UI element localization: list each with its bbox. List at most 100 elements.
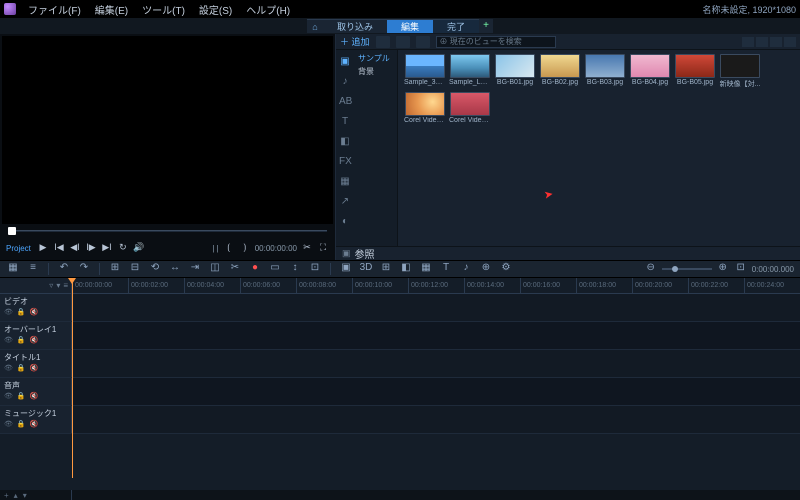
track-lane[interactable] (72, 378, 800, 405)
track-header[interactable]: ミュージック1👁🔒🔇 (0, 406, 72, 433)
scroll-up-button[interactable]: ▴ (14, 491, 18, 500)
tl-tool-3[interactable]: ⟲ (148, 262, 162, 276)
library-search-input[interactable]: ⊕ 現在のビューを検索 (436, 36, 556, 48)
media-thumb[interactable]: Sample_Lak... (449, 54, 491, 89)
tl-tool-1[interactable]: ⊞ (108, 262, 122, 276)
track-lane[interactable] (72, 350, 800, 377)
menu-file[interactable]: ファイル(F) (22, 2, 87, 17)
timeline-track[interactable]: オーバーレイ1👁🔒🔇 (0, 322, 800, 350)
tl-tool-19[interactable]: ⚙ (499, 262, 513, 276)
track-header[interactable]: タイトル1👁🔒🔇 (0, 350, 72, 377)
preview-scrubber[interactable] (0, 226, 335, 236)
tl-tool-5[interactable]: ⇥ (188, 262, 202, 276)
step-fwd-button[interactable]: I▶ (85, 242, 97, 254)
tl-tool-2[interactable]: ⊟ (128, 262, 142, 276)
ruler-snap-icon[interactable]: ▿ (49, 281, 53, 290)
view-detail-button[interactable] (770, 37, 782, 47)
tree-sample[interactable]: サンプル (356, 52, 395, 65)
track-visibility-icon[interactable]: 👁 (4, 392, 13, 400)
preview-mode-label[interactable]: Project (6, 244, 31, 253)
undo-button[interactable]: ↶ (57, 262, 71, 276)
tree-background[interactable]: 背景 (356, 65, 395, 78)
tl-tool-9[interactable]: ↕ (288, 262, 302, 276)
timeline-track[interactable]: ビデオ👁🔒🔇 (0, 294, 800, 322)
tl-tool-13[interactable]: ⊞ (379, 262, 393, 276)
track-mute-icon[interactable]: 🔇 (30, 364, 39, 372)
cat-fx-icon[interactable]: FX (339, 156, 351, 168)
media-thumb[interactable]: BG-B03.jpg (584, 54, 626, 89)
redo-button[interactable]: ↷ (77, 262, 91, 276)
cat-ar-icon[interactable]: ◐ (339, 216, 351, 228)
timeline-track[interactable]: ミュージック1👁🔒🔇 (0, 406, 800, 434)
media-thumb[interactable]: 新映像【対... (719, 54, 761, 89)
timeline-ruler[interactable]: ▿ ▾ ≡ 00:00:00:0000:00:02:0000:00:04:000… (0, 278, 800, 294)
track-visibility-icon[interactable]: 👁 (4, 420, 13, 428)
menu-edit[interactable]: 編集(E) (89, 2, 134, 17)
add-media-button[interactable]: ＋ 追加 (340, 35, 370, 48)
tl-tool-7[interactable]: ✂ (228, 262, 242, 276)
track-lock-icon[interactable]: 🔒 (17, 308, 26, 316)
fullscreen-button[interactable]: ⛶ (317, 242, 329, 254)
view-thumb-button[interactable] (742, 37, 754, 47)
media-thumb[interactable]: BG-B01.jpg (494, 54, 536, 89)
menu-settings[interactable]: 設定(S) (193, 2, 238, 17)
zoom-slider[interactable] (662, 268, 712, 270)
media-thumb[interactable]: Sample_360... (404, 54, 446, 89)
add-track-button[interactable]: + (4, 491, 9, 500)
media-thumb[interactable]: BG-B05.jpg (674, 54, 716, 89)
volume-button[interactable]: 🔊 (133, 242, 145, 254)
tab-done[interactable]: 完了 (433, 19, 479, 33)
tl-tool-14[interactable]: ◧ (399, 262, 413, 276)
tl-tool-18[interactable]: ⊕ (479, 262, 493, 276)
track-lock-icon[interactable]: 🔒 (17, 364, 26, 372)
cat-path-icon[interactable]: ↗ (339, 196, 351, 208)
storyboard-view-button[interactable]: ▦ (6, 262, 20, 276)
cat-graphic-icon[interactable]: ◧ (339, 136, 351, 148)
zoom-out-button[interactable]: ⊖ (644, 262, 658, 276)
playhead[interactable] (72, 278, 73, 478)
tl-tool-4[interactable]: ↔ (168, 262, 182, 276)
media-thumb[interactable]: BG-B04.jpg (629, 54, 671, 89)
track-lock-icon[interactable]: 🔒 (17, 336, 26, 344)
cat-audio-icon[interactable]: ♪ (339, 76, 351, 88)
tl-tool-16[interactable]: T (439, 262, 453, 276)
tl-tool-6[interactable]: ◫ (208, 262, 222, 276)
menu-tool[interactable]: ツール(T) (136, 2, 191, 17)
ruler-marker-icon[interactable]: ▾ (56, 281, 60, 290)
home-tab[interactable]: ⌂ (307, 19, 323, 33)
tl-tool-8[interactable]: ▭ (268, 262, 282, 276)
lib-folder-icon[interactable] (376, 36, 390, 48)
timeline-view-button[interactable]: ≡ (26, 262, 40, 276)
track-visibility-icon[interactable]: 👁 (4, 336, 13, 344)
split-button[interactable]: ✂ (301, 242, 313, 254)
track-mute-icon[interactable]: 🔇 (30, 336, 39, 344)
zoom-fit-button[interactable]: ⊡ (734, 262, 748, 276)
media-thumb[interactable]: Corel Video... (449, 92, 491, 124)
track-header[interactable]: オーバーレイ1👁🔒🔇 (0, 322, 72, 349)
preview-viewport[interactable] (2, 36, 333, 224)
scroll-down-button[interactable]: ▾ (23, 491, 27, 500)
timeline-track[interactable]: 音声👁🔒🔇 (0, 378, 800, 406)
track-lane[interactable] (72, 406, 800, 433)
view-hide-button[interactable] (784, 37, 796, 47)
track-header[interactable]: ビデオ👁🔒🔇 (0, 294, 72, 321)
timeline-track[interactable]: タイトル1👁🔒🔇 (0, 350, 800, 378)
prev-frame-button[interactable]: I◀ (53, 242, 65, 254)
tab-add[interactable]: + (479, 19, 493, 33)
track-header[interactable]: 音声👁🔒🔇 (0, 378, 72, 405)
media-thumb[interactable]: Corel Video... (404, 92, 446, 124)
loop-button[interactable]: ↻ (117, 242, 129, 254)
tl-tool-17[interactable]: ♪ (459, 262, 473, 276)
track-mute-icon[interactable]: 🔇 (30, 308, 39, 316)
lib-filter-icon[interactable] (416, 36, 430, 48)
step-back-button[interactable]: ◀I (69, 242, 81, 254)
track-mute-icon[interactable]: 🔇 (30, 420, 39, 428)
browse-icon[interactable]: ▣ (342, 248, 351, 259)
track-lock-icon[interactable]: 🔒 (17, 392, 26, 400)
track-lane[interactable] (72, 294, 800, 321)
track-lock-icon[interactable]: 🔒 (17, 420, 26, 428)
lib-sort-icon[interactable] (396, 36, 410, 48)
tab-edit[interactable]: 編集 (387, 19, 433, 33)
menu-help[interactable]: ヘルプ(H) (240, 2, 296, 17)
tl-tool-11[interactable]: ▣ (339, 262, 353, 276)
